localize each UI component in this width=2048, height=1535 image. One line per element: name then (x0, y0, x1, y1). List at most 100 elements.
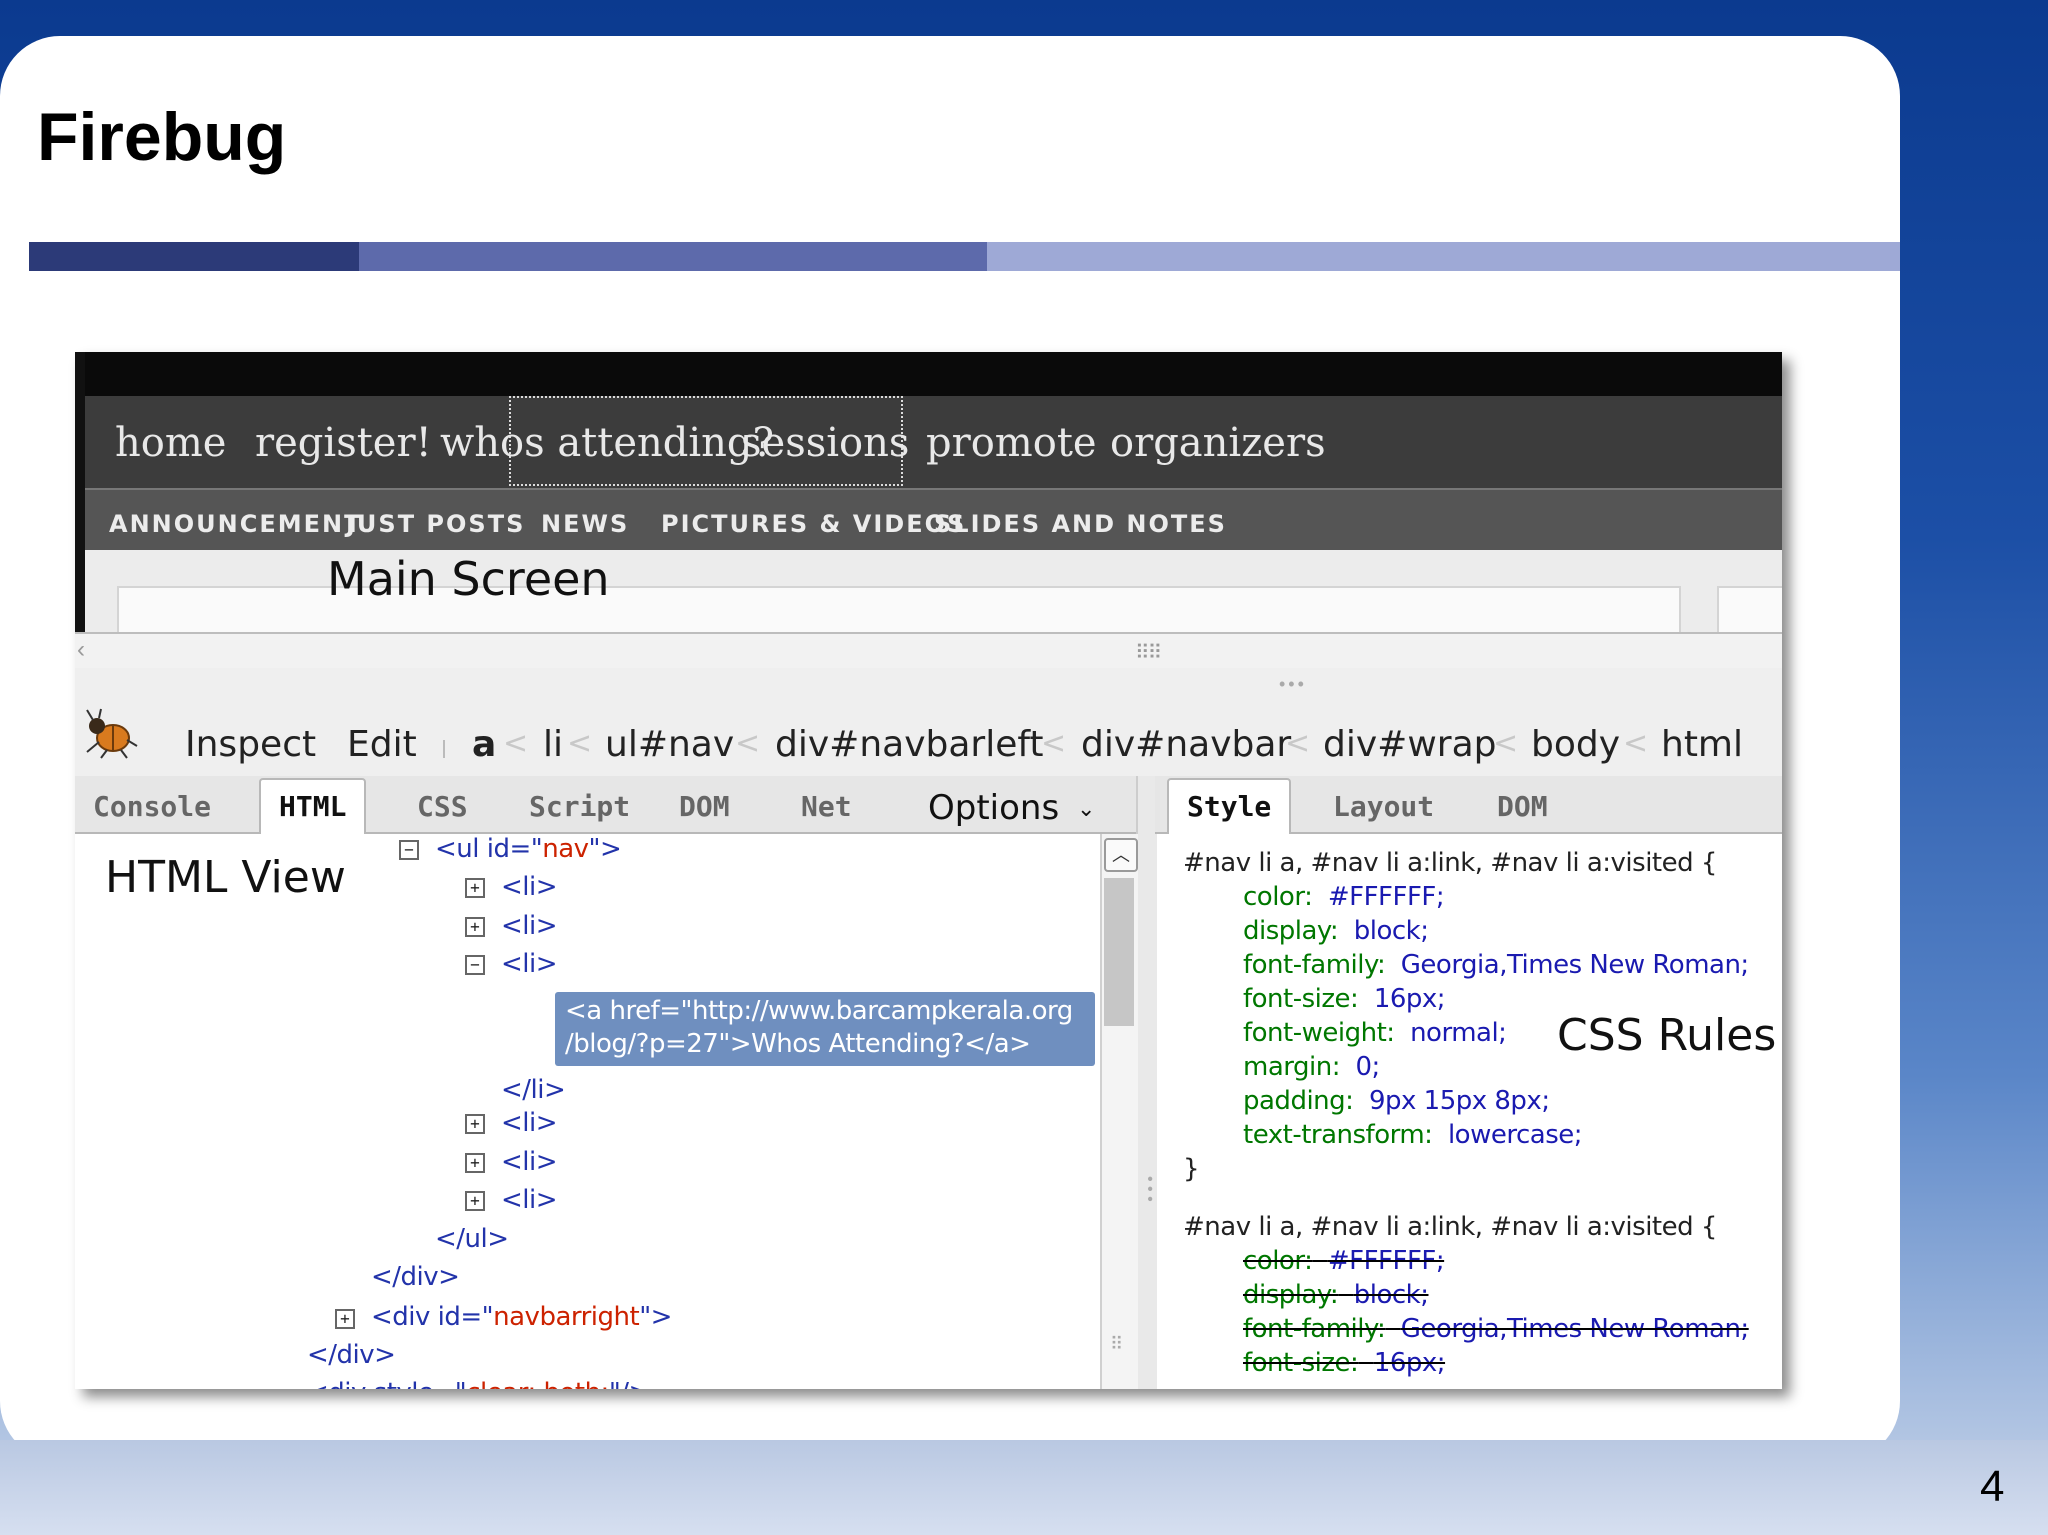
site-navbar: home register! whos attending? sessions … (85, 396, 1782, 488)
slide-title: Firebug (37, 99, 287, 175)
breadcrumb-html[interactable]: html (1661, 724, 1743, 765)
options-menu[interactable]: Options (928, 788, 1059, 828)
site-subnav: ANNOUNCEMENT JUST POSTS NEWS PICTURES & … (85, 488, 1782, 552)
tab-css[interactable]: CSS (417, 790, 468, 823)
browser-left-edge (75, 352, 85, 632)
html-node-div-close[interactable]: </div> (307, 1340, 396, 1370)
breadcrumb-separator: < (503, 726, 529, 761)
plus-box-icon[interactable]: + (465, 878, 485, 898)
html-node-li[interactable]: <li> (501, 911, 558, 941)
css-property-overridden[interactable]: display: block; (1243, 1280, 1429, 1310)
subnav-news[interactable]: NEWS (541, 510, 629, 538)
plus-box-icon[interactable]: + (465, 1191, 485, 1211)
css-rule-selector[interactable]: #nav li a, #nav li a:link, #nav li a:vis… (1183, 848, 1717, 878)
tab-net[interactable]: Net (801, 790, 852, 823)
nav-link-sessions[interactable]: sessions (741, 420, 909, 466)
plus-box-icon[interactable]: + (465, 1114, 485, 1134)
breadcrumb-li[interactable]: li (543, 724, 563, 765)
tab-script[interactable]: Script (529, 790, 630, 823)
html-node-div-clear[interactable]: <div style="clear: both;"/> (307, 1378, 650, 1389)
panel-divider[interactable]: • • • (1136, 776, 1159, 1389)
css-property[interactable]: display: block; (1243, 916, 1429, 946)
firebug-bug-icon[interactable] (83, 708, 139, 760)
html-node-li-close[interactable]: </li> (501, 1075, 566, 1105)
html-node-li[interactable]: <li> (501, 949, 558, 979)
grip-icon: ⠿ (1110, 1334, 1124, 1354)
minus-box-icon[interactable]: − (399, 840, 419, 860)
css-property[interactable]: padding: 9px 15px 8px; (1243, 1086, 1550, 1116)
tab-dom-side[interactable]: DOM (1497, 790, 1548, 823)
css-property[interactable]: text-transform: lowercase; (1243, 1120, 1583, 1150)
css-rule-selector[interactable]: #nav li a, #nav li a:link, #nav li a:vis… (1183, 1212, 1717, 1242)
toolbar-separator (443, 740, 445, 758)
css-property-overridden[interactable]: color: #FFFFFF; (1243, 1246, 1445, 1276)
tab-style[interactable]: Style (1167, 778, 1292, 839)
chevron-left-icon[interactable]: ‹ (77, 636, 85, 664)
breadcrumb-body[interactable]: body (1531, 724, 1620, 765)
html-panel: HTML View − <ul id="nav"> + <li> + <li> … (75, 834, 1100, 1389)
chevron-up-icon[interactable]: ︿ (1104, 838, 1138, 872)
subnav-just-posts[interactable]: JUST POSTS (346, 510, 525, 538)
minus-box-icon[interactable]: − (465, 955, 485, 975)
firebug-toolbar: • • • Inspect Edit a < li < ul#nav < div… (75, 668, 1782, 778)
tab-dom[interactable]: DOM (679, 790, 730, 823)
title-underline-light (987, 242, 1900, 271)
chevron-down-icon[interactable]: ⌄ (1077, 796, 1095, 822)
css-rules-annotation: CSS Rules (1557, 1010, 1777, 1061)
css-property-overridden[interactable]: font-size: 16px; (1243, 1348, 1446, 1378)
tab-html[interactable]: HTML (259, 778, 367, 839)
breadcrumb-separator: < (567, 726, 593, 761)
subnav-pictures-videos[interactable]: PICTURES & VIDEOS (661, 510, 966, 538)
nav-link-register[interactable]: register! (255, 420, 432, 466)
inspect-button[interactable]: Inspect (185, 724, 316, 765)
css-property-overridden[interactable]: font-family: Georgia,Times New Roman; (1243, 1314, 1749, 1344)
left-tab-bar: Console HTML CSS Script DOM Net Options … (75, 776, 1145, 839)
drag-dots-icon: • • • (1279, 674, 1304, 694)
breadcrumb-ul-nav[interactable]: ul#nav (605, 724, 734, 765)
html-node-li[interactable]: <li> (501, 872, 558, 902)
plus-box-icon[interactable]: + (465, 1153, 485, 1173)
title-underline-dark (29, 242, 359, 271)
css-rule-close: } (1183, 1154, 1200, 1184)
grip-icon: • • • (1141, 1176, 1158, 1202)
title-underline-mid (359, 242, 987, 271)
breadcrumb-div-navbar[interactable]: div#navbar (1081, 724, 1291, 765)
css-property[interactable]: font-family: Georgia,Times New Roman; (1243, 950, 1749, 980)
selected-html-node[interactable]: <a href="http://www.barcampkerala.org /b… (555, 992, 1095, 1066)
subnav-slides-notes[interactable]: SLIDES AND NOTES (934, 510, 1227, 538)
breadcrumb-a[interactable]: a (472, 724, 496, 765)
browser-top-strip (75, 352, 1782, 396)
css-property[interactable]: font-weight: normal; (1243, 1018, 1507, 1048)
css-property[interactable]: font-size: 16px; (1243, 984, 1446, 1014)
plus-box-icon[interactable]: + (335, 1309, 355, 1329)
html-node-li[interactable]: <li> (501, 1147, 558, 1177)
html-node-li[interactable]: <li> (501, 1108, 558, 1138)
firebug-screenshot: home register! whos attending? sessions … (75, 352, 1782, 1389)
right-tab-bar: Style Layout DOM (1155, 776, 1782, 839)
plus-box-icon[interactable]: + (465, 917, 485, 937)
breadcrumb-div-wrap[interactable]: div#wrap (1323, 724, 1496, 765)
selected-node-line: <a href="http://www.barcampkerala.org (565, 996, 1073, 1026)
edit-button[interactable]: Edit (347, 724, 417, 765)
css-property[interactable]: color: #FFFFFF; (1243, 882, 1445, 912)
html-node-div-navbarright[interactable]: <div id="navbarright"> (371, 1302, 672, 1332)
html-panel-scrollbar[interactable]: ︿ ⠿ (1100, 834, 1138, 1389)
nav-link-whos-attending[interactable]: whos attending? (440, 420, 774, 466)
tab-console[interactable]: Console (93, 790, 211, 823)
breadcrumb-separator: < (1041, 726, 1067, 761)
breadcrumb-div-navbarleft[interactable]: div#navbarleft (775, 724, 1044, 765)
html-node-ul-nav[interactable]: <ul id="nav"> (435, 834, 622, 864)
panel-splitter[interactable]: ‹ ⠿⠿ (75, 632, 1782, 672)
breadcrumb-separator: < (1285, 726, 1311, 761)
html-node-ul-close[interactable]: </ul> (435, 1224, 509, 1254)
css-property[interactable]: margin: 0; (1243, 1052, 1380, 1082)
nav-link-organizers[interactable]: organizers (1110, 420, 1326, 466)
scrollbar-thumb[interactable] (1104, 878, 1134, 1026)
nav-link-promote[interactable]: promote (926, 420, 1097, 466)
tab-layout[interactable]: Layout (1333, 790, 1434, 823)
html-node-li[interactable]: <li> (501, 1185, 558, 1215)
subnav-announcement[interactable]: ANNOUNCEMENT (109, 510, 362, 538)
nav-link-home[interactable]: home (115, 420, 226, 466)
html-node-div-close[interactable]: </div> (371, 1262, 460, 1292)
slide-bottom-band (0, 1440, 2048, 1535)
